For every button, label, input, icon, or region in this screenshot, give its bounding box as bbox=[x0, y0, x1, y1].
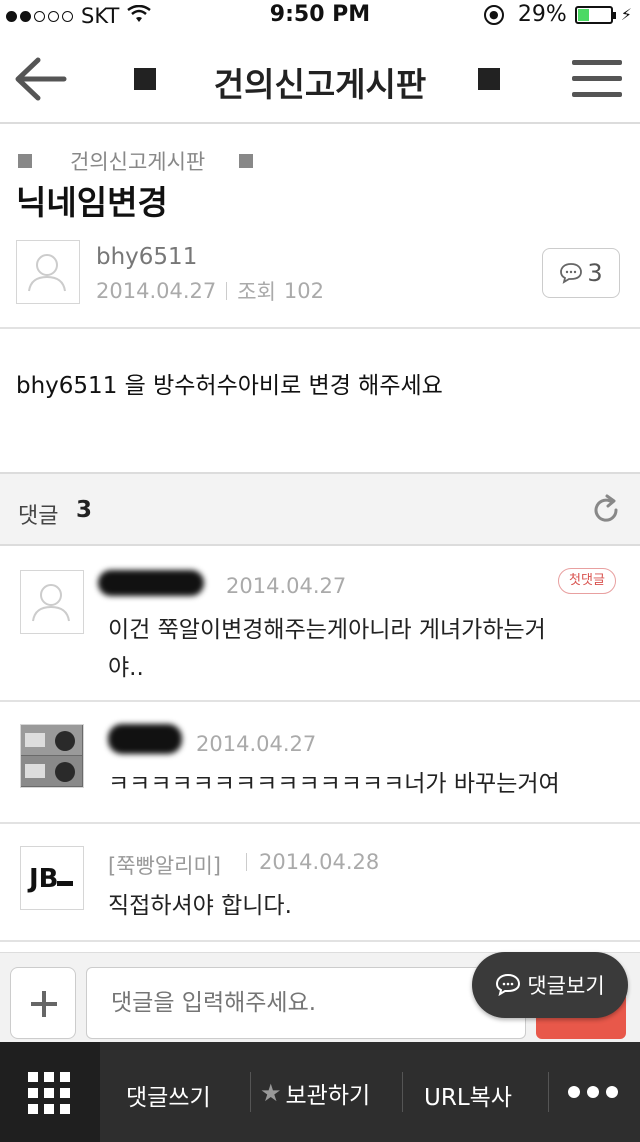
comment-date: 2014.04.28 bbox=[259, 850, 380, 874]
comment-input[interactable] bbox=[86, 967, 526, 1039]
divider bbox=[0, 700, 640, 702]
more-dots-icon bbox=[568, 1086, 580, 1098]
bottom-toolbar: 댓글쓰기 ★ 보관하기 URL복사 bbox=[0, 1042, 640, 1142]
breadcrumb-board: 건의신고게시판 bbox=[70, 150, 206, 174]
breadcrumb-marker-icon bbox=[239, 154, 254, 168]
views-label: 조회 bbox=[237, 280, 276, 304]
divider bbox=[402, 1072, 403, 1112]
avatar-text: JB bbox=[27, 864, 59, 894]
add-attachment-button[interactable] bbox=[10, 967, 76, 1039]
views-count: 102 bbox=[283, 279, 324, 303]
status-bar: SKT 9:50 PM ● 29% ⚡ bbox=[0, 0, 640, 30]
breadcrumb-marker-icon bbox=[18, 154, 32, 168]
write-comment-button[interactable]: 댓글쓰기 bbox=[126, 1078, 211, 1112]
view-comments-label: 댓글보기 bbox=[527, 974, 605, 998]
view-comments-button[interactable]: 댓글보기 bbox=[472, 952, 628, 1018]
page: SKT 9:50 PM ● 29% ⚡ 건의신고게시판 건의신고게시판 닉네임변… bbox=[0, 0, 640, 1142]
author-avatar[interactable] bbox=[16, 240, 80, 304]
post-meta: 2014.04.27 조회 102 bbox=[96, 276, 324, 306]
comment-date: 2014.04.27 bbox=[196, 732, 317, 756]
comment-date: 2014.04.27 bbox=[226, 574, 347, 598]
page-title: 건의신고게시판 bbox=[213, 65, 427, 104]
jb-logo-icon: JB bbox=[27, 864, 73, 894]
comments-header: 댓글 3 bbox=[0, 472, 640, 546]
more-options-button[interactable] bbox=[568, 1086, 625, 1098]
comment-text: 이건 쭉알이변경해주는게아니라 게녀가하는거 bbox=[108, 617, 546, 643]
grid-menu-button[interactable] bbox=[0, 1042, 100, 1142]
first-comment-badge: 첫댓글 bbox=[558, 568, 616, 594]
comment-author[interactable]: [쭉빵알리미] bbox=[108, 850, 221, 880]
bookmark-button[interactable]: ★ 보관하기 bbox=[260, 1076, 370, 1110]
author-name[interactable]: bhy6511 bbox=[96, 244, 197, 270]
divider bbox=[250, 1072, 251, 1112]
bookmark-label: 보관하기 bbox=[285, 1083, 371, 1109]
grid-icon bbox=[28, 1072, 70, 1114]
comment-bubble-icon bbox=[560, 263, 583, 284]
divider bbox=[0, 940, 640, 942]
post-date: 2014.04.27 bbox=[96, 279, 217, 303]
post-body: bhy6511 을 방수허수아비로 변경 해주세요 bbox=[16, 373, 443, 399]
star-icon: ★ bbox=[260, 1079, 282, 1107]
app-header: 건의신고게시판 bbox=[0, 32, 640, 124]
divider bbox=[0, 327, 640, 329]
rotation-lock-icon: ● bbox=[483, 4, 504, 25]
commenter-avatar[interactable] bbox=[20, 570, 84, 634]
comment-text: ㅋㅋㅋㅋㅋㅋㅋㅋㅋㅋㅋㅋㅋㅋ너가 바꾸는거여 bbox=[108, 771, 560, 797]
menu-button[interactable] bbox=[572, 60, 622, 100]
blurred-author-name bbox=[108, 724, 182, 754]
comment-count: 3 bbox=[587, 259, 603, 287]
commenter-avatar[interactable] bbox=[20, 724, 84, 788]
default-user-icon bbox=[28, 254, 66, 292]
comments-count: 3 bbox=[76, 497, 93, 523]
blurred-author-name bbox=[98, 570, 204, 596]
divider bbox=[548, 1072, 549, 1112]
commenter-avatar[interactable]: JB bbox=[20, 846, 84, 910]
charging-icon: ⚡ bbox=[620, 5, 632, 24]
refresh-icon[interactable] bbox=[590, 494, 622, 526]
comment-meta: 2014.04.28 bbox=[246, 850, 379, 874]
default-user-icon bbox=[32, 584, 70, 622]
copy-url-button[interactable]: URL복사 bbox=[424, 1078, 512, 1112]
comments-label: 댓글 bbox=[18, 504, 59, 529]
battery-percent: 29% bbox=[517, 2, 567, 27]
profile-photo-icon bbox=[21, 725, 82, 786]
comment-text: 야.. bbox=[108, 655, 144, 681]
title-marker-icon bbox=[478, 68, 500, 90]
battery-icon bbox=[574, 5, 616, 24]
comment-count-button[interactable]: 3 bbox=[542, 248, 620, 298]
breadcrumb[interactable]: 건의신고게시판 bbox=[18, 146, 254, 176]
comment-text: 직접하셔야 합니다. bbox=[108, 893, 292, 919]
post-title: 닉네임변경 bbox=[16, 183, 168, 222]
divider bbox=[0, 822, 640, 824]
comment-bubble-icon bbox=[496, 973, 521, 997]
hamburger-icon bbox=[572, 60, 622, 65]
